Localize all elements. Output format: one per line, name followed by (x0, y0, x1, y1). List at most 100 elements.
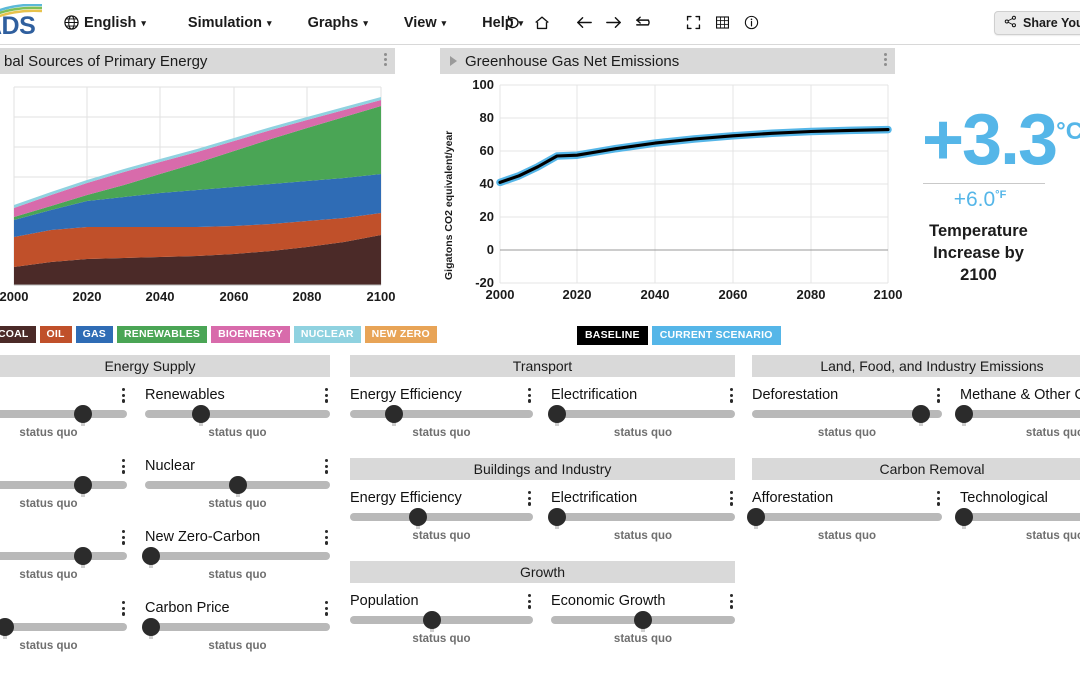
slider-bioenergy[interactable]: gy status quo (0, 600, 127, 652)
fullscreen-icon[interactable] (679, 8, 708, 37)
slider-nuclear-knob[interactable] (228, 476, 247, 494)
panel-primary-energy-header[interactable]: bal Sources of Primary Energy (0, 48, 395, 74)
slider-carbon-price[interactable]: Carbon Price status quo (141, 600, 330, 652)
slider-menu-icon[interactable] (729, 594, 733, 609)
slider-menu-icon[interactable] (324, 530, 328, 545)
slider-natural-gas[interactable]: Gas status quo (0, 529, 127, 581)
slider-menu-icon[interactable] (729, 491, 733, 506)
legend-chip-nuclear[interactable]: NUCLEAR (293, 326, 361, 343)
slider-buildings-elec-knob[interactable] (547, 508, 566, 526)
slider-coal[interactable]: status quo (0, 387, 127, 439)
slider-new-zero-carbon-track[interactable] (141, 547, 330, 568)
slider-methane-knob[interactable] (954, 405, 973, 423)
slider-natural-gas-knob[interactable] (74, 547, 93, 565)
slider-buildings-ee-track[interactable] (350, 508, 533, 529)
slider-menu-icon[interactable] (527, 491, 531, 506)
slider-buildings-electrification[interactable]: Electrification status quo (547, 490, 735, 542)
slider-economic-growth[interactable]: Economic Growth status quo (551, 593, 735, 645)
info-icon[interactable] (737, 8, 766, 37)
chevron-down-icon: ▾ (267, 18, 272, 28)
slider-nuclear[interactable]: Nuclear status quo (145, 458, 330, 510)
slider-menu-icon[interactable] (729, 388, 733, 403)
panel-menu-icon[interactable] (384, 53, 387, 66)
slider-coal-track[interactable] (0, 405, 127, 426)
legend-chip-bioenergy[interactable]: BIOENERGY (211, 326, 290, 343)
slider-menu-icon[interactable] (324, 388, 328, 403)
slider-transport-ee-knob[interactable] (384, 405, 403, 423)
slider-buildings-energy-efficiency[interactable]: Energy Efficiency status quo (350, 490, 533, 542)
temperature-caption-line3: 2100 (960, 266, 997, 284)
slider-transport-energy-efficiency[interactable]: Energy Efficiency status quo (350, 387, 533, 439)
slider-deforestation-knob[interactable] (912, 405, 931, 423)
legend-chip-oil[interactable]: OIL (39, 326, 72, 343)
slider-afforestation[interactable]: Afforestation status quo (746, 490, 942, 542)
slider-menu-icon[interactable] (121, 601, 125, 616)
back-arrow-icon[interactable] (570, 8, 599, 37)
slider-menu-icon[interactable] (121, 459, 125, 474)
slider-bioenergy-knob[interactable] (0, 618, 14, 636)
slider-menu-icon[interactable] (936, 388, 940, 403)
slider-renewables-knob[interactable] (191, 405, 210, 423)
slider-menu-icon[interactable] (936, 491, 940, 506)
slider-renewables-track[interactable] (145, 405, 330, 426)
slider-economic-growth-track[interactable] (551, 611, 735, 632)
slider-menu-icon[interactable] (121, 530, 125, 545)
slider-deforestation-track[interactable] (752, 405, 942, 426)
slider-economic-growth-knob[interactable] (634, 611, 652, 629)
scenario-chip-baseline[interactable]: BASELINE (577, 326, 648, 345)
slider-population-track[interactable] (350, 611, 533, 632)
slider-natural-gas-track[interactable] (0, 547, 127, 568)
legend-chip-new-zero[interactable]: NEW ZERO (364, 326, 437, 343)
slider-technological-knob[interactable] (954, 508, 973, 526)
slider-menu-icon[interactable] (324, 459, 328, 474)
panel-ghg-header[interactable]: Greenhouse Gas Net Emissions (440, 48, 895, 74)
slider-methane-other-gases[interactable]: Methane & Other G status quo (954, 387, 1080, 439)
forward-arrow-icon[interactable] (599, 8, 628, 37)
slider-carbon-price-track[interactable] (141, 618, 330, 639)
menu-item-graphs[interactable]: Graphs ▾ (296, 11, 380, 35)
slider-menu-icon[interactable] (121, 388, 125, 403)
slider-renewables[interactable]: Renewables status quo (145, 387, 330, 439)
slider-afforestation-track[interactable] (746, 508, 942, 529)
slider-oil-track[interactable] (0, 476, 127, 497)
slider-methane-track[interactable] (954, 405, 1080, 426)
slider-new-zero-carbon-knob[interactable] (141, 547, 160, 565)
menu-item-english[interactable]: English ▾ (52, 11, 158, 35)
slider-menu-icon[interactable] (324, 601, 328, 616)
slider-carbon-price-knob[interactable] (141, 618, 160, 636)
slider-technological-track[interactable] (954, 508, 1080, 529)
undo-icon[interactable] (498, 8, 527, 37)
menu-item-view[interactable]: View ▾ (392, 11, 458, 35)
slider-population-knob[interactable] (423, 611, 442, 629)
slider-deforestation[interactable]: Deforestation status quo (752, 387, 942, 439)
slider-buildings-elec-track[interactable] (547, 508, 735, 529)
slider-new-zero-carbon[interactable]: New Zero-Carbon status quo (141, 529, 330, 581)
menu-item-simulation[interactable]: Simulation ▾ (176, 11, 284, 35)
scenario-chip-current[interactable]: CURRENT SCENARIO (651, 326, 781, 345)
reload-icon[interactable] (628, 8, 657, 37)
table-icon[interactable] (708, 8, 737, 37)
share-button[interactable]: Share Your (994, 11, 1080, 35)
slider-technological[interactable]: Technological status quo (954, 490, 1080, 542)
enroads-logo[interactable]: ADS (0, 0, 44, 45)
slider-afforestation-knob[interactable] (746, 508, 765, 526)
legend-chip-coal[interactable]: COAL (0, 326, 36, 343)
slider-population[interactable]: Population status quo (350, 593, 533, 645)
slider-transport-ee-track[interactable] (350, 405, 533, 426)
slider-bioenergy-track[interactable] (0, 618, 127, 639)
slider-oil[interactable]: status quo (0, 458, 127, 510)
slider-menu-icon[interactable] (527, 388, 531, 403)
legend-chip-gas[interactable]: GAS (75, 326, 114, 343)
panel-menu-icon[interactable] (884, 53, 887, 66)
slider-nuclear-track[interactable] (145, 476, 330, 497)
slider-transport-electrification[interactable]: Electrification status quo (547, 387, 735, 439)
legend-chip-renewables[interactable]: RENEWABLES (117, 326, 208, 343)
home-icon[interactable] (527, 8, 556, 37)
slider-transport-elec-track[interactable] (547, 405, 735, 426)
slider-transport-elec-knob[interactable] (547, 405, 566, 423)
slider-menu-icon[interactable] (527, 594, 531, 609)
expand-triangle-icon[interactable] (450, 56, 457, 66)
slider-coal-knob[interactable] (74, 405, 93, 423)
slider-oil-knob[interactable] (74, 476, 93, 494)
slider-buildings-ee-knob[interactable] (408, 508, 427, 526)
